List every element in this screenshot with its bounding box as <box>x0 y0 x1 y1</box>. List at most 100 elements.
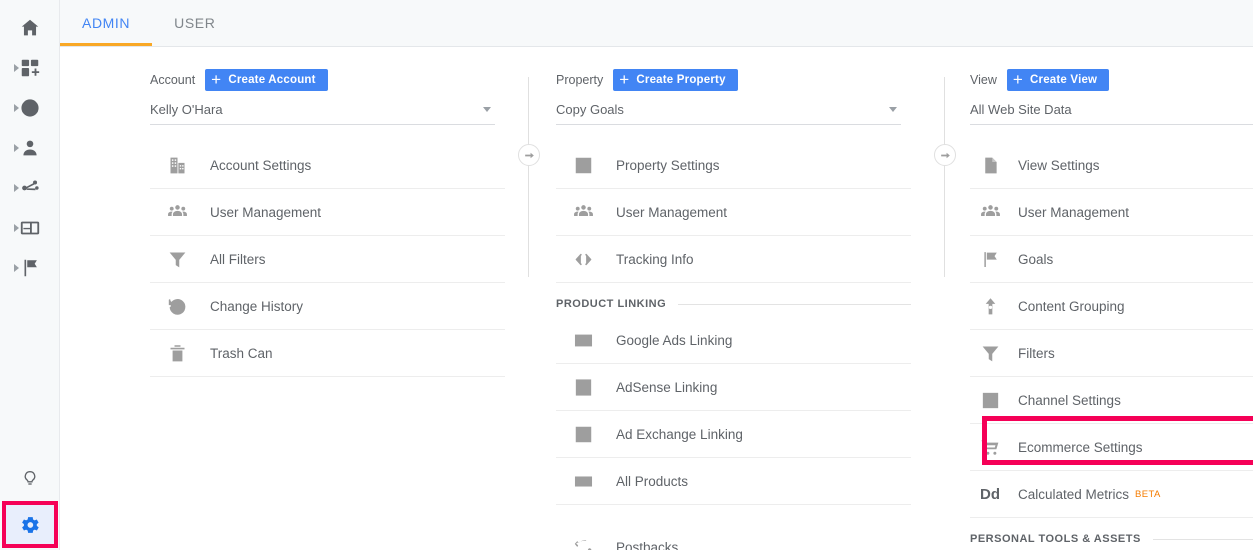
dd-glyph: Dd <box>980 486 1000 503</box>
account-selected-value: Kelly O'Hara <box>150 102 223 117</box>
create-view-button[interactable]: + Create View <box>1007 69 1109 91</box>
rail-bottom-group <box>0 457 60 550</box>
tab-admin-label: ADMIN <box>82 15 130 31</box>
property-menu-item-user-management[interactable]: User Management <box>556 189 911 236</box>
property-menu-item-ad-exchange-linking[interactable]: Ad Exchange Linking <box>556 411 911 458</box>
property-selector[interactable]: Copy Goals <box>556 95 901 125</box>
product-linking-section-header: PRODUCT LINKING <box>556 283 911 317</box>
people-icon <box>976 202 1004 223</box>
account-to-property-arrow-button[interactable] <box>518 144 540 166</box>
account-menu-item-account-settings[interactable]: Account Settings <box>150 142 505 189</box>
section-title: PRODUCT LINKING <box>556 298 678 310</box>
grouping-icon <box>976 296 1004 317</box>
menu-item-label: Filters <box>1018 346 1055 361</box>
funnel-icon <box>976 343 1004 364</box>
view-menu-item-content-grouping[interactable]: Content Grouping <box>970 283 1253 330</box>
property-menu-item-tracking-info[interactable]: Tracking Info <box>556 236 911 283</box>
account-menu-item-user-management[interactable]: User Management <box>150 189 505 236</box>
personal-tools-section-header: PERSONAL TOOLS & ASSETS <box>970 518 1253 550</box>
funnel-icon <box>162 249 192 270</box>
admin-columns: Account + Create Account Kelly O'Hara <box>60 47 1253 550</box>
plus-icon: + <box>1013 71 1023 88</box>
gear-icon <box>19 514 41 536</box>
view-column-label: View <box>970 73 997 87</box>
building-icon <box>162 155 192 176</box>
trash-icon <box>162 343 192 364</box>
view-menu-item-user-management[interactable]: User Management <box>970 189 1253 236</box>
create-account-button[interactable]: + Create Account <box>205 69 328 91</box>
account-menu-item-trash-can[interactable]: Trash Can <box>150 330 505 377</box>
rail-item-conversions[interactable] <box>0 248 60 288</box>
view-menu-item-calculated-metrics[interactable]: Dd Calculated Metrics BETA <box>970 471 1253 518</box>
menu-item-label: Calculated Metrics <box>1018 487 1129 502</box>
cart-icon <box>976 437 1004 458</box>
property-menu-item-all-products[interactable]: All Products <box>556 458 911 505</box>
home-icon <box>19 17 41 39</box>
rail-item-home[interactable] <box>0 8 60 48</box>
layout-icon <box>568 424 598 445</box>
account-selector[interactable]: Kelly O'Hara <box>150 95 495 125</box>
property-menu-item-adsense-linking[interactable]: AdSense Linking <box>556 364 911 411</box>
dashboard-icon <box>19 57 41 79</box>
menu-item-label: Property Settings <box>616 158 720 173</box>
view-menu-item-channel-settings[interactable]: Channel Settings <box>970 377 1253 424</box>
document-icon <box>976 155 1004 176</box>
clock-icon <box>19 97 41 119</box>
create-view-label: Create View <box>1030 74 1097 86</box>
property-menu-item-google-ads-linking[interactable]: Google Ads Linking <box>556 317 911 364</box>
rail-item-acquisition[interactable] <box>0 168 60 208</box>
rail-item-audience[interactable] <box>0 128 60 168</box>
plus-icon: + <box>619 71 629 88</box>
create-property-label: Create Property <box>636 74 725 86</box>
arrow-right-icon <box>523 149 536 162</box>
admin-page: ADMIN USER Account + Create Ac <box>0 0 1253 550</box>
flag-icon <box>976 249 1004 270</box>
chevron-down-icon <box>483 107 491 112</box>
menu-item-label: Ad Exchange Linking <box>616 427 743 442</box>
view-column-header: View + Create View <box>970 47 1253 95</box>
view-menu-item-view-settings[interactable]: View Settings <box>970 142 1253 189</box>
menu-item-label: View Settings <box>1018 158 1100 173</box>
view-menu-item-filters[interactable]: Filters <box>970 330 1253 377</box>
tab-user[interactable]: USER <box>152 0 237 46</box>
property-menu-item-postbacks[interactable]: Postbacks <box>556 524 911 550</box>
property-to-view-arrow-button[interactable] <box>934 144 956 166</box>
menu-item-label: AdSense Linking <box>616 380 717 395</box>
create-account-label: Create Account <box>228 74 315 86</box>
left-nav-rail <box>0 0 60 550</box>
window-panel-icon <box>19 217 41 239</box>
postback-arrows-icon <box>568 537 598 550</box>
account-menu-item-all-filters[interactable]: All Filters <box>150 236 505 283</box>
status-badge-beta: BETA <box>1135 489 1161 500</box>
rail-item-customization[interactable] <box>0 48 60 88</box>
history-icon <box>162 296 192 317</box>
property-menu-item-property-settings[interactable]: Property Settings <box>556 142 911 189</box>
create-property-button[interactable]: + Create Property <box>613 69 737 91</box>
view-selector[interactable]: All Web Site Data <box>970 95 1253 125</box>
account-column: Account + Create Account Kelly O'Hara <box>150 47 505 377</box>
menu-item-label: User Management <box>616 205 727 220</box>
rail-item-discover[interactable] <box>0 457 60 501</box>
menu-item-label: Account Settings <box>210 158 311 173</box>
account-column-label: Account <box>150 73 195 87</box>
person-icon <box>19 137 41 159</box>
menu-item-label: Goals <box>1018 252 1053 267</box>
tab-admin[interactable]: ADMIN <box>60 0 152 46</box>
account-column-header: Account + Create Account <box>150 47 505 95</box>
rail-item-realtime[interactable] <box>0 88 60 128</box>
view-menu: View Settings User Management Goals <box>970 142 1253 550</box>
view-menu-item-goals[interactable]: Goals <box>970 236 1253 283</box>
rail-item-admin[interactable] <box>2 501 58 548</box>
rail-item-behavior[interactable] <box>0 208 60 248</box>
account-menu-item-change-history[interactable]: Change History <box>150 283 505 330</box>
main-area: ADMIN USER Account + Create Ac <box>60 0 1253 550</box>
link-chain-icon <box>568 471 598 492</box>
section-title: PERSONAL TOOLS & ASSETS <box>970 533 1153 545</box>
property-column: Property + Create Property Copy Goals <box>556 47 911 550</box>
property-column-label: Property <box>556 73 603 87</box>
adsense-icon <box>568 377 598 398</box>
view-menu-item-ecommerce-settings[interactable]: Ecommerce Settings <box>970 424 1253 471</box>
section-divider-line <box>1153 539 1253 540</box>
share-nodes-icon <box>19 177 41 199</box>
menu-item-label: User Management <box>210 205 321 220</box>
